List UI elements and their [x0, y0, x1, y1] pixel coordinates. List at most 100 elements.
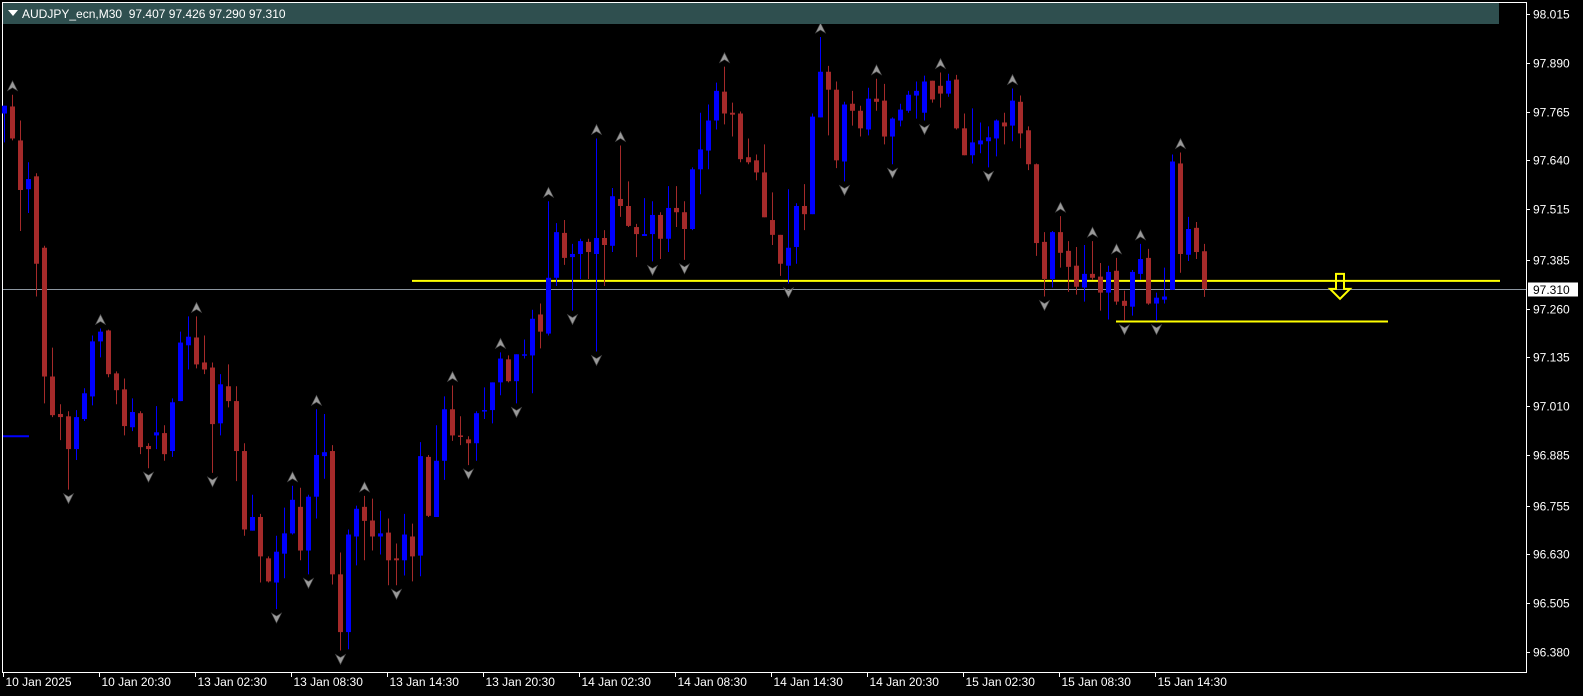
- price-tick-label: 97.765: [1533, 106, 1570, 120]
- time-tick-label: 14 Jan 20:30: [870, 675, 940, 689]
- candle-body: [242, 451, 247, 530]
- bear-candle: [1034, 163, 1039, 256]
- candle-body: [2, 105, 7, 114]
- symbol-label: AUDJPY_ecn,M30: [22, 6, 123, 21]
- candle-body: [490, 382, 495, 411]
- candle-body: [562, 232, 567, 258]
- candle-body: [458, 435, 463, 437]
- candle-body: [506, 359, 511, 382]
- candle-body: [210, 367, 215, 425]
- candle-body: [858, 110, 863, 129]
- bull-candle: [170, 398, 175, 457]
- price-tick-label: 97.010: [1533, 400, 1570, 414]
- candle-body: [874, 98, 879, 102]
- candle-body: [834, 89, 839, 161]
- candle-body: [746, 157, 751, 163]
- candle-body: [1122, 300, 1127, 306]
- bull-candle: [346, 529, 351, 650]
- time-tick-label: 13 Jan 20:30: [486, 675, 556, 689]
- candle-body: [530, 318, 535, 356]
- candle-body: [1186, 229, 1191, 255]
- price-tick-label: 96.755: [1533, 500, 1570, 514]
- candle-body: [1138, 259, 1143, 274]
- price-tick-label: 97.135: [1533, 351, 1570, 365]
- candle-body: [74, 417, 79, 450]
- candle-body: [706, 120, 711, 151]
- candle-body: [930, 80, 935, 100]
- candle-body: [586, 241, 591, 253]
- time-tick-label: 14 Jan 08:30: [678, 675, 748, 689]
- candle-body: [594, 237, 599, 254]
- candle-body: [850, 103, 855, 111]
- candle-body: [58, 413, 63, 418]
- price-tick-label: 97.640: [1533, 154, 1570, 168]
- candle-body: [162, 433, 167, 455]
- candle-body: [738, 113, 743, 160]
- candle-body: [994, 120, 999, 139]
- candle-body: [922, 81, 927, 113]
- candle-body: [266, 558, 271, 582]
- candle-body: [122, 389, 127, 427]
- candle-body: [90, 341, 95, 397]
- price-tick-label: 97.515: [1533, 203, 1570, 217]
- candle-body: [1042, 241, 1047, 279]
- candle-body: [714, 90, 719, 121]
- bull-candle: [810, 113, 815, 215]
- candle-body: [498, 358, 503, 383]
- candle-body: [1018, 101, 1023, 134]
- candle-body: [146, 445, 151, 450]
- dropdown-triangle-icon[interactable]: [8, 10, 18, 17]
- candle-body: [618, 198, 623, 206]
- bear-candle: [1026, 126, 1031, 171]
- time-tick-label: 14 Jan 14:30: [774, 675, 844, 689]
- candle-body: [218, 384, 223, 424]
- candle-body: [322, 452, 327, 457]
- candle-body: [962, 128, 967, 156]
- candle-body: [386, 532, 391, 561]
- bull-candle: [90, 335, 95, 406]
- candle-body: [514, 354, 519, 382]
- price-axis: 98.015 97.890 97.765 97.640 97.515 97.385 97.2…: [1526, 8, 1570, 660]
- price-chart[interactable]: 98.015 97.890 97.765 97.640 97.515 97.385 97.2…: [0, 0, 1583, 696]
- candle-body: [690, 169, 695, 230]
- candle-body: [722, 91, 727, 114]
- current-price-marker: 97.310: [1528, 282, 1578, 297]
- candle-body: [810, 116, 815, 215]
- bear-candle: [330, 445, 335, 585]
- candle-body: [898, 109, 903, 121]
- candle-body: [354, 508, 359, 537]
- bull-candle: [690, 167, 695, 231]
- candle-body: [378, 533, 383, 537]
- bear-candle: [1202, 243, 1207, 297]
- candle-body: [418, 456, 423, 556]
- candle-body: [610, 196, 615, 246]
- candle-body: [250, 516, 255, 531]
- candle-body: [1026, 130, 1031, 165]
- price-tick-label: 96.505: [1533, 597, 1570, 611]
- price-tick-label: 98.015: [1533, 8, 1570, 22]
- current-price-label: 97.310: [1533, 283, 1570, 297]
- candle-body: [114, 373, 119, 391]
- candle-body: [290, 499, 295, 534]
- candle-body: [466, 439, 471, 444]
- candle-body: [1010, 100, 1015, 126]
- candle-body: [370, 520, 375, 537]
- candle-body: [1194, 227, 1199, 253]
- candle-body: [186, 336, 191, 346]
- candle-body: [762, 172, 767, 218]
- candle-body: [986, 137, 991, 142]
- candle-body: [778, 234, 783, 264]
- candle-body: [970, 142, 975, 156]
- time-tick-label: 15 Jan 02:30: [966, 675, 1036, 689]
- time-tick-label: 13 Jan 08:30: [294, 675, 364, 689]
- time-tick-label: 13 Jan 02:30: [198, 675, 268, 689]
- bear-candle: [930, 80, 935, 103]
- candle-body: [890, 118, 895, 137]
- candle-body: [522, 354, 527, 356]
- candle-body: [1090, 273, 1095, 278]
- candle-body: [194, 337, 199, 365]
- time-tick-label: 14 Jan 02:30: [582, 675, 652, 689]
- high-value: 97.426: [168, 6, 206, 21]
- candle-body: [1106, 271, 1111, 293]
- candle-body: [138, 413, 143, 448]
